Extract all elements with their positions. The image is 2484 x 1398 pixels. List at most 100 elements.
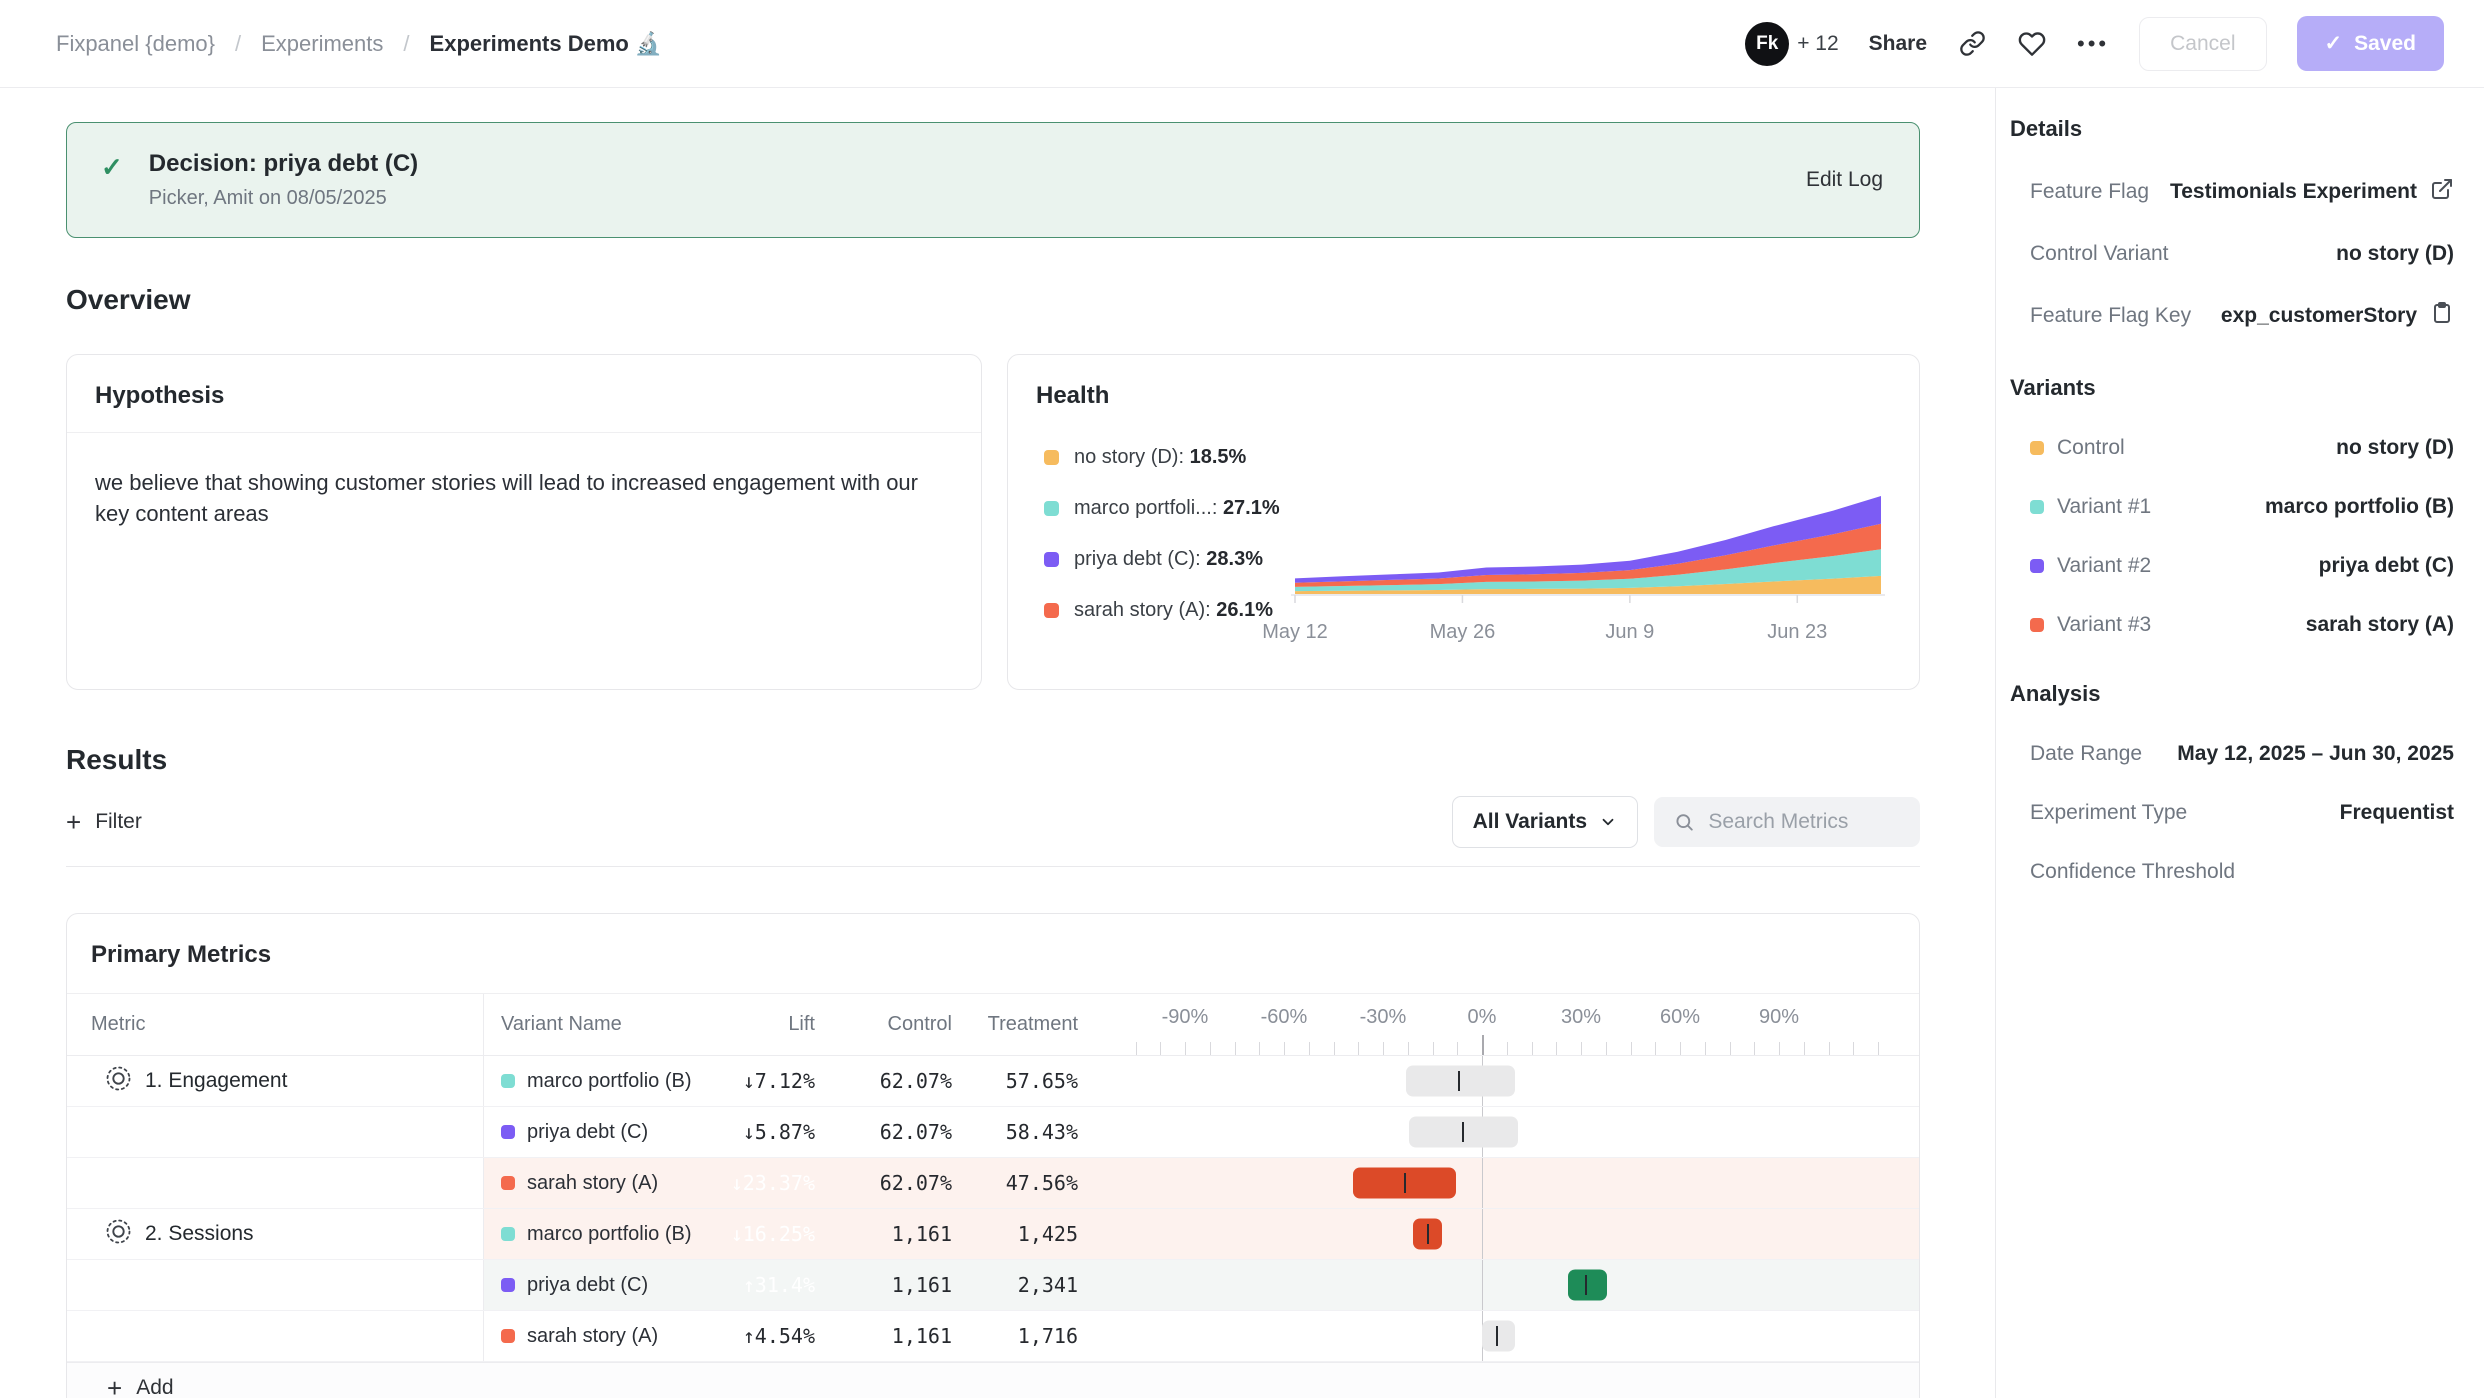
lift-value: ↓5.87%	[701, 1107, 823, 1157]
edit-log-button[interactable]: Edit Log	[1806, 168, 1883, 192]
metric-cell	[67, 1158, 484, 1208]
copy-link-icon[interactable]	[1957, 29, 1987, 59]
lift-axis: -90%-60%-30%0%30%60%90%	[1086, 994, 1919, 1055]
metric-name: 1. Engagement	[145, 1069, 287, 1093]
axis-minor-tick	[1210, 1042, 1211, 1055]
decision-title: Decision: priya debt (C)	[149, 150, 1806, 178]
metric-cell	[67, 1260, 484, 1310]
point-estimate-tick	[1496, 1326, 1498, 1346]
search-metrics-box[interactable]	[1654, 797, 1920, 847]
clipboard-icon[interactable]	[2430, 301, 2454, 331]
table-row: sarah story (A)↓23.37%62.07%47.56%	[67, 1158, 1919, 1209]
sidebar-row-label: Control Variant	[2030, 242, 2169, 266]
add-metric-button[interactable]: + Add	[67, 1362, 1919, 1398]
variants-heading: Variants	[2010, 375, 2454, 401]
axis-minor-tick	[1185, 1042, 1186, 1055]
table-row: 1. Engagementmarco portfolio (B)↓7.12%62…	[67, 1056, 1919, 1107]
confidence-interval-cell	[1086, 1311, 1919, 1361]
sidebar-row-label: Feature Flag	[2030, 180, 2149, 204]
axis-tick-label: 60%	[1660, 1006, 1700, 1029]
table-row: 2. Sessionsmarco portfolio (B)↓16.25%1,1…	[67, 1209, 1919, 1260]
hypothesis-body: we believe that showing customer stories…	[67, 433, 981, 529]
variant-name: priya debt (C)	[527, 1121, 648, 1144]
axis-minor-tick	[1358, 1042, 1359, 1055]
health-chart-svg	[1291, 488, 1891, 608]
axis-minor-tick	[1730, 1042, 1731, 1055]
axis-minor-tick	[1754, 1042, 1755, 1055]
point-estimate-tick	[1427, 1224, 1429, 1244]
variant-swatch	[2030, 500, 2044, 514]
axis-tick-label: 30%	[1561, 1006, 1601, 1029]
sidebar-row: Feature FlagTestimonials Experiment	[2010, 177, 2454, 207]
metric-cell: 2. Sessions	[67, 1209, 484, 1259]
lift-value: ↑4.54%	[701, 1311, 823, 1361]
analysis-heading: Analysis	[2010, 681, 2454, 707]
variant-cell: marco portfolio (B)	[484, 1209, 701, 1259]
axis-minor-tick	[1408, 1042, 1409, 1055]
breadcrumb-experiments[interactable]: Experiments	[261, 31, 383, 57]
control-value: 1,161	[823, 1311, 956, 1361]
x-axis-label: May 12	[1262, 621, 1328, 644]
favorite-heart-icon[interactable]	[2017, 29, 2047, 59]
top-bar: Fixpanel {demo} / Experiments / Experime…	[0, 0, 2484, 88]
variant-swatch	[501, 1125, 515, 1139]
column-header-lift: Lift	[701, 994, 823, 1055]
point-estimate-tick	[1458, 1071, 1460, 1091]
legend-swatch	[1044, 552, 1059, 567]
axis-minor-tick	[1581, 1042, 1582, 1055]
health-x-axis: May 12May 26Jun 9Jun 23	[1291, 621, 1891, 651]
primary-metrics-card: Primary Metrics Metric Variant Name Lift…	[66, 913, 1920, 1398]
axis-minor-tick	[1556, 1042, 1557, 1055]
x-axis-label: May 26	[1430, 621, 1496, 644]
table-row: priya debt (C)↓5.87%62.07%58.43%	[67, 1107, 1919, 1158]
sidebar-row-label: Experiment Type	[2030, 801, 2187, 825]
breadcrumb-separator: /	[235, 31, 241, 57]
zero-line	[1482, 1260, 1483, 1310]
lift-value: ↓7.12%	[701, 1056, 823, 1106]
metric-cell: 1. Engagement	[67, 1056, 484, 1106]
plus-icon: +	[66, 809, 81, 835]
health-chart: May 12May 26Jun 9Jun 23	[1291, 488, 1891, 651]
axis-tick-label: -60%	[1261, 1006, 1308, 1029]
column-header-treatment: Treatment	[956, 994, 1086, 1055]
search-metrics-input[interactable]	[1708, 810, 1900, 834]
saved-check-icon: ✓	[2325, 31, 2343, 56]
cancel-button[interactable]: Cancel	[2139, 17, 2266, 71]
divider	[66, 866, 1920, 867]
variant-swatch	[501, 1074, 515, 1088]
external-link-icon[interactable]	[2430, 177, 2454, 207]
variant-name: sarah story (A)	[527, 1325, 658, 1348]
confidence-interval-bar	[1406, 1066, 1515, 1097]
variant-swatch	[2030, 441, 2044, 455]
axis-minor-tick	[1457, 1042, 1458, 1055]
sidebar-row-value: no story (D)	[2336, 436, 2454, 460]
variant-cell: priya debt (C)	[484, 1107, 701, 1157]
variant-swatch	[501, 1329, 515, 1343]
health-legend: no story (D): 18.5%marco portfoli...: 27…	[1044, 446, 1284, 651]
treatment-value: 47.56%	[956, 1158, 1086, 1208]
saved-button[interactable]: ✓ Saved	[2297, 16, 2444, 71]
variant-cell: sarah story (A)	[484, 1158, 701, 1208]
more-menu-button[interactable]: •••	[2077, 31, 2109, 57]
x-axis-label: Jun 23	[1767, 621, 1827, 644]
add-filter-button[interactable]: + Filter	[66, 809, 142, 835]
collaborator-count[interactable]: + 12	[1797, 32, 1838, 56]
axis-minor-tick	[1433, 1042, 1434, 1055]
sidebar-row: Control Variantno story (D)	[2010, 242, 2454, 266]
avatar[interactable]: Fk	[1745, 22, 1789, 66]
health-card: Health no story (D): 18.5%marco portfoli…	[1007, 354, 1920, 690]
lift-value: ↓23.37%	[701, 1158, 823, 1208]
table-row: sarah story (A)↑4.54%1,1611,716	[67, 1311, 1919, 1362]
sidebar-row: Variant #3sarah story (A)	[2010, 613, 2454, 637]
hypothesis-title: Hypothesis	[67, 355, 981, 432]
confidence-interval-bar	[1482, 1321, 1515, 1352]
variants-dropdown[interactable]: All Variants	[1452, 796, 1638, 848]
details-heading: Details	[2010, 116, 2454, 142]
sidebar-row-label: Feature Flag Key	[2030, 304, 2191, 328]
variant-swatch	[501, 1278, 515, 1292]
axis-minor-tick	[1606, 1042, 1607, 1055]
breadcrumb-project[interactable]: Fixpanel {demo}	[56, 31, 215, 57]
share-button[interactable]: Share	[1869, 32, 1927, 56]
table-row: priya debt (C)↑31.4%1,1612,341	[67, 1260, 1919, 1311]
lift-value: ↑31.4%	[701, 1260, 823, 1310]
